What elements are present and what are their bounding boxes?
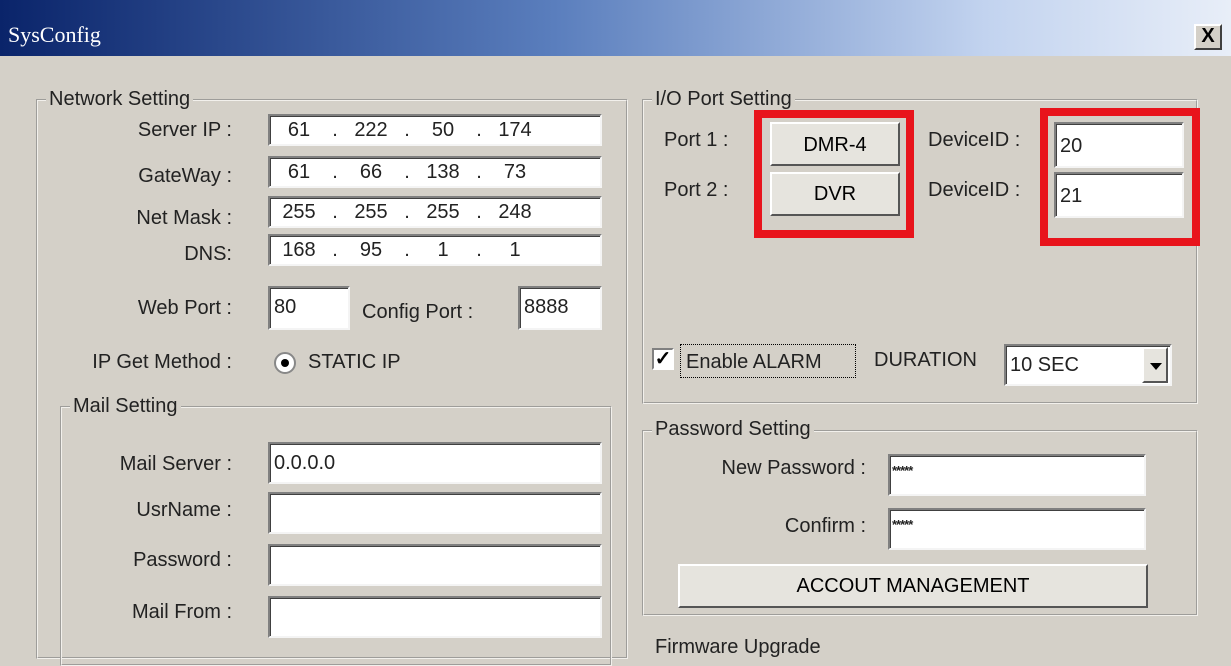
ip-octet: 138 — [426, 160, 460, 183]
config-port-input[interactable]: 8888 — [518, 286, 602, 330]
mail-setting-legend: Mail Setting — [70, 395, 181, 417]
ip-octet: 168 — [282, 238, 316, 261]
ip-octet: 73 — [503, 160, 527, 183]
gateway-label: GateWay : — [138, 165, 232, 187]
dns-label: DNS: — [184, 243, 232, 265]
close-button[interactable]: X — [1194, 24, 1222, 50]
new-password-label: New Password : — [721, 457, 867, 479]
mail-from-label: Mail From : — [132, 601, 232, 623]
ip-dot: . — [404, 238, 410, 261]
enable-alarm-label: Enable ALARM — [686, 351, 822, 373]
port1-device-id-input[interactable]: 20 — [1054, 122, 1184, 168]
ip-dot: . — [476, 238, 482, 261]
ip-octet: 1 — [437, 238, 449, 261]
web-port-input[interactable]: 80 — [268, 286, 350, 330]
ip-dot: . — [476, 200, 482, 223]
static-ip-label: STATIC IP — [308, 351, 401, 373]
ip-dot: . — [332, 160, 338, 183]
net-mask-label: Net Mask : — [136, 207, 232, 229]
password-setting-legend: Password Setting — [652, 418, 814, 440]
mail-server-input[interactable]: 0.0.0.0 — [268, 442, 602, 484]
ip-dot: . — [476, 118, 482, 141]
mail-password-input[interactable] — [268, 544, 602, 586]
port2-device-id-label: DeviceID : — [928, 179, 1021, 201]
port2-device-button[interactable]: DVR — [770, 172, 900, 216]
ip-dot: . — [332, 200, 338, 223]
port1-label: Port 1 : — [664, 129, 729, 151]
config-port-label: Config Port : — [362, 301, 474, 323]
chevron-down-icon[interactable] — [1142, 347, 1168, 383]
ip-dot: . — [404, 160, 410, 183]
port2-label: Port 2 : — [664, 179, 729, 201]
ip-dot: . — [404, 118, 410, 141]
ip-dot: . — [332, 118, 338, 141]
gateway-field[interactable]: 61. 66. 138. 73 — [268, 156, 602, 188]
io-port-setting-legend: I/O Port Setting — [652, 88, 795, 110]
ip-dot: . — [476, 160, 482, 183]
ip-octet: 50 — [431, 118, 455, 141]
dns-field[interactable]: 168. 95. 1. 1 — [268, 234, 602, 266]
radio-selected-dot — [281, 359, 289, 367]
port1-device-id-label: DeviceID : — [928, 129, 1021, 151]
mail-from-input[interactable] — [268, 596, 602, 638]
mail-password-label: Password : — [133, 549, 232, 571]
confirm-password-input[interactable]: ***** — [888, 508, 1146, 550]
ip-dot: . — [332, 238, 338, 261]
mail-server-label: Mail Server : — [119, 453, 232, 475]
web-port-label: Web Port : — [137, 297, 232, 319]
duration-select[interactable]: 10 SEC — [1004, 344, 1172, 386]
network-setting-legend: Network Setting — [46, 88, 194, 110]
ip-octet: 255 — [282, 200, 316, 223]
server-ip-label: Server IP : — [137, 119, 232, 141]
static-ip-radio[interactable] — [274, 352, 296, 374]
username-label: UsrName : — [136, 499, 232, 521]
check-mark-icon: ✓ — [654, 348, 672, 370]
enable-alarm-checkbox[interactable]: ✓ — [652, 348, 674, 370]
net-mask-field[interactable]: 255. 255. 255. 248 — [268, 196, 602, 228]
duration-value: 10 SEC — [1010, 354, 1079, 376]
ip-octet: 255 — [426, 200, 460, 223]
ip-octet: 248 — [498, 200, 532, 223]
duration-label: DURATION — [874, 349, 977, 371]
username-input[interactable] — [268, 492, 602, 534]
window-title: SysConfig — [8, 22, 101, 47]
new-password-input[interactable]: ***** — [888, 454, 1146, 496]
ip-octet: 1 — [509, 238, 521, 261]
port1-device-button[interactable]: DMR-4 — [770, 122, 900, 166]
ip-octet: 61 — [287, 160, 311, 183]
ip-octet: 222 — [354, 118, 388, 141]
ip-octet: 61 — [287, 118, 311, 141]
port2-device-id-input[interactable]: 21 — [1054, 172, 1184, 218]
ip-octet: 95 — [359, 238, 383, 261]
ip-octet: 255 — [354, 200, 388, 223]
title-bar: SysConfig X — [0, 0, 1231, 56]
account-management-button[interactable]: ACCOUT MANAGEMENT — [678, 564, 1148, 608]
confirm-password-label: Confirm : — [784, 515, 866, 537]
close-icon: X — [1201, 25, 1215, 47]
firmware-upgrade-legend: Firmware Upgrade — [652, 636, 824, 658]
ip-get-method-label: IP Get Method : — [92, 351, 232, 373]
ip-dot: . — [404, 200, 410, 223]
server-ip-field[interactable]: 61. 222. 50. 174 — [268, 114, 602, 146]
ip-octet: 174 — [498, 118, 532, 141]
ip-octet: 66 — [359, 160, 383, 183]
